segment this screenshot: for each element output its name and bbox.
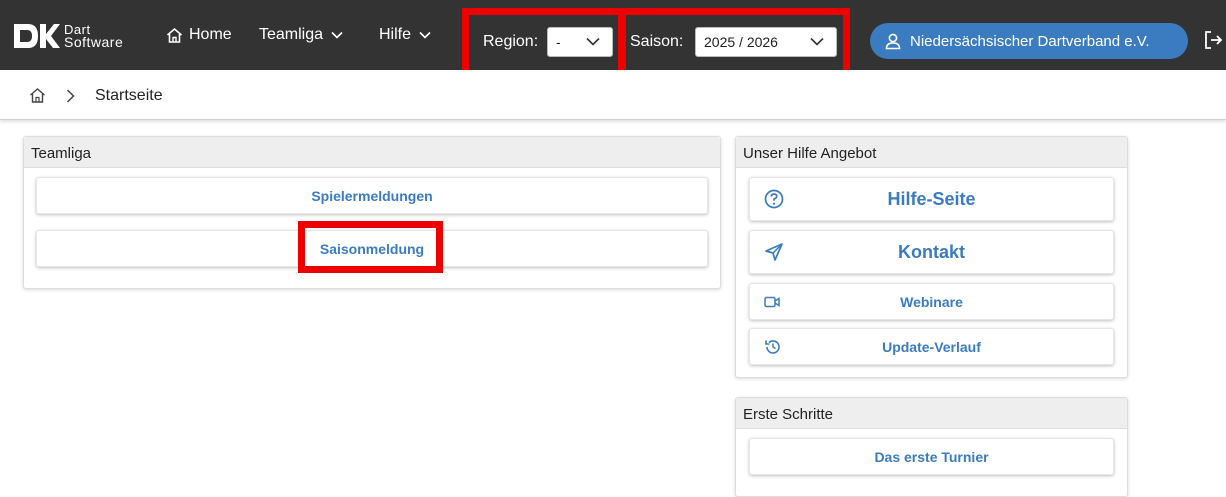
das-erste-turnier-button[interactable]: Das erste Turnier xyxy=(749,438,1114,475)
nav-hilfe-label: Hilfe xyxy=(379,26,412,43)
breadcrumb: Startseite xyxy=(0,70,1226,120)
erste-schritte-panel-title: Erste Schritte xyxy=(736,398,1127,429)
history-icon xyxy=(765,339,780,354)
breadcrumb-current: Startseite xyxy=(95,87,163,104)
nav-home[interactable]: Home xyxy=(166,24,232,46)
teamliga-panel-title: Teamliga xyxy=(24,137,720,168)
das-erste-turnier-label: Das erste Turnier xyxy=(874,448,989,465)
organization-button[interactable]: Niedersächsischer Dartverband e.V. xyxy=(870,23,1188,59)
send-icon xyxy=(765,243,783,261)
logout-icon[interactable] xyxy=(1203,30,1223,50)
nav-hilfe[interactable]: Hilfe xyxy=(379,24,431,46)
nav-home-label: Home xyxy=(189,26,232,43)
hilfe-seite-label: Hilfe-Seite xyxy=(887,188,976,209)
chevron-down-icon xyxy=(331,31,343,39)
video-icon xyxy=(764,296,780,307)
spielermeldungen-button[interactable]: Spielermeldungen xyxy=(36,177,708,214)
webinare-button[interactable]: Webinare xyxy=(749,283,1114,320)
app-logo[interactable]: Dart Software xyxy=(12,22,123,50)
saisonmeldung-highlight xyxy=(298,221,443,273)
organization-name: Niedersächsischer Dartverband e.V. xyxy=(910,32,1150,50)
help-circle-icon xyxy=(764,189,784,209)
region-highlight xyxy=(462,8,625,77)
dart-software-logo-icon xyxy=(14,24,60,48)
hilfe-seite-button[interactable]: Hilfe-Seite xyxy=(749,177,1114,221)
home-icon[interactable] xyxy=(29,87,46,104)
logo-text-line2: Software xyxy=(64,34,124,50)
chevron-right-icon xyxy=(66,89,75,103)
nav-teamliga-label: Teamliga xyxy=(259,26,324,43)
update-verlauf-label: Update-Verlauf xyxy=(882,338,981,355)
update-verlauf-button[interactable]: Update-Verlauf xyxy=(749,328,1114,365)
hilfe-panel-title: Unser Hilfe Angebot xyxy=(736,137,1127,168)
spielermeldungen-label: Spielermeldungen xyxy=(311,187,433,204)
home-icon xyxy=(166,27,183,43)
user-icon xyxy=(885,33,901,50)
chevron-down-icon xyxy=(419,31,431,39)
kontakt-label: Kontakt xyxy=(898,241,965,262)
kontakt-button[interactable]: Kontakt xyxy=(749,230,1114,274)
nav-teamliga[interactable]: Teamliga xyxy=(259,24,343,46)
webinare-label: Webinare xyxy=(900,293,963,310)
saison-highlight xyxy=(619,8,850,77)
